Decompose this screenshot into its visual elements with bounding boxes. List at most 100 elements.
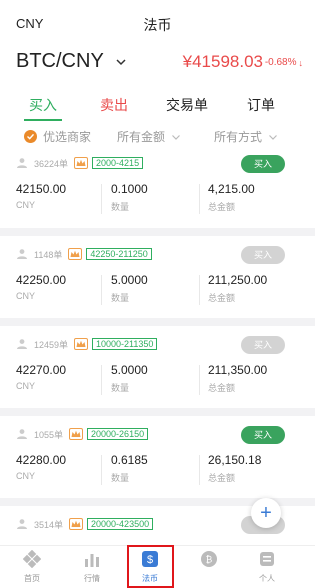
tab-orders[interactable]: 订单 bbox=[222, 95, 300, 115]
tab-sell[interactable]: 卖出 bbox=[75, 95, 153, 115]
total-amount: 211,250.00 总金额 bbox=[208, 273, 267, 304]
section-separator bbox=[0, 318, 315, 326]
last-price: ¥41598.03 bbox=[182, 52, 263, 71]
merchant-header: 36224单 2000-4215 bbox=[16, 152, 144, 174]
total-amount-value: 211,350.00 bbox=[208, 363, 268, 377]
page-title: 法币 bbox=[143, 17, 172, 33]
merchant-header: 3514单 20000-423500 bbox=[16, 513, 154, 535]
limit-range-badge: 2000-4215 bbox=[92, 157, 144, 169]
section-separator bbox=[0, 228, 315, 236]
nav-item-profile[interactable]: 个人 bbox=[241, 548, 293, 584]
unit-price-label: CNY bbox=[16, 381, 36, 391]
limit-range-badge: 10000-211350 bbox=[92, 338, 158, 350]
listing-card: 1055单 20000-26150 买入 42280.00 CNY 0.6185 数… bbox=[0, 423, 315, 507]
divider bbox=[101, 455, 102, 485]
user-icon bbox=[17, 339, 27, 349]
unit-price-value: 42250.00 bbox=[16, 273, 67, 287]
merchant-order-count: 12459单 bbox=[34, 339, 69, 350]
divider bbox=[101, 365, 102, 395]
quantity: 5.0000 数量 bbox=[111, 273, 148, 304]
buy-button[interactable]: 买入 bbox=[241, 246, 285, 264]
amount-filter[interactable]: 所有金额 bbox=[117, 128, 181, 145]
limit-range-badge: 20000-26150 bbox=[87, 428, 149, 440]
buy-button[interactable]: 买入 bbox=[241, 426, 285, 444]
listing-stats: 42270.00 CNY 5.0000 数量 211,350.00 总金额 bbox=[0, 360, 315, 400]
pair-selector[interactable]: BTC/CNY bbox=[16, 50, 128, 73]
divider bbox=[199, 184, 200, 214]
listing-stats: 42250.00 CNY 5.0000 数量 211,250.00 总金额 bbox=[0, 270, 315, 310]
user-icon bbox=[17, 158, 27, 168]
quantity-label: 数量 bbox=[111, 202, 130, 212]
unit-price-label: CNY bbox=[16, 291, 36, 301]
quantity-value: 0.6185 bbox=[111, 453, 148, 467]
merchant-header: 1055单 20000-26150 bbox=[16, 423, 149, 445]
price-change: -0.68% ↓ bbox=[265, 57, 303, 68]
preferred-merchant-label: 优选商家 bbox=[43, 130, 92, 144]
unit-price-value: 42150.00 bbox=[16, 182, 67, 196]
top-bar: CNY 法币 bbox=[0, 0, 315, 44]
quantity-value: 0.1000 bbox=[111, 182, 148, 196]
home-icon bbox=[22, 549, 42, 569]
merchant-header: 12459单 10000-211350 bbox=[16, 333, 158, 355]
total-amount-label: 总金额 bbox=[208, 202, 236, 212]
pair-row: BTC/CNY ¥41598.03 -0.68% ↓ bbox=[0, 46, 315, 78]
buy-button[interactable]: 买入 bbox=[241, 336, 285, 354]
nav-label: 个人 bbox=[259, 574, 275, 583]
merchant-order-count: 1148单 bbox=[34, 249, 63, 260]
down-arrow-icon: ↓ bbox=[298, 57, 304, 68]
limit-range-badge: 20000-423500 bbox=[87, 518, 154, 530]
payment-method-label: 所有方式 bbox=[214, 130, 263, 144]
user-icon bbox=[17, 519, 27, 529]
unit-price: 42150.00 CNY bbox=[16, 182, 66, 210]
check-icon bbox=[24, 130, 37, 143]
listing-card: 36224单 2000-4215 买入 42150.00 CNY 0.1000 数量… bbox=[0, 152, 315, 236]
add-fab-button[interactable]: + bbox=[251, 498, 281, 528]
crown-icon bbox=[69, 428, 84, 440]
divider bbox=[101, 184, 102, 214]
total-amount-value: 4,215.00 bbox=[208, 182, 255, 196]
divider bbox=[101, 275, 102, 305]
crown-icon bbox=[68, 248, 83, 260]
payment-method-filter[interactable]: 所有方式 bbox=[214, 128, 278, 145]
merchant-header: 1148单 42250-211250 bbox=[16, 243, 152, 265]
nav-label: 首页 bbox=[24, 574, 40, 583]
listing-card: 1148单 42250-211250 买入 42250.00 CNY 5.0000… bbox=[0, 243, 315, 327]
quantity-value: 5.0000 bbox=[111, 273, 148, 287]
quantity-value: 5.0000 bbox=[111, 363, 148, 377]
total-amount-label: 总金额 bbox=[208, 473, 236, 483]
profile-card-icon bbox=[260, 552, 274, 566]
unit-price-value: 42270.00 bbox=[16, 363, 67, 377]
bitcoin-icon: ₿ bbox=[201, 551, 217, 567]
quantity: 0.6185 数量 bbox=[111, 453, 148, 484]
merchant-order-count: 36224单 bbox=[34, 158, 69, 169]
divider bbox=[199, 365, 200, 395]
unit-price-label: CNY bbox=[16, 471, 36, 481]
price-change-value: -0.68% bbox=[264, 57, 297, 68]
quantity-label: 数量 bbox=[111, 383, 130, 393]
total-amount-value: 211,250.00 bbox=[208, 273, 268, 287]
divider bbox=[199, 455, 200, 485]
crown-icon bbox=[74, 338, 89, 350]
buy-button[interactable]: 买入 bbox=[241, 155, 285, 173]
tab-trade-orders[interactable]: 交易单 bbox=[148, 95, 226, 115]
nav-item-assets[interactable]: ₿ bbox=[183, 548, 235, 573]
nav-item-home[interactable]: 首页 bbox=[6, 548, 58, 584]
total-amount-value: 26,150.18 bbox=[208, 453, 262, 467]
plus-icon: + bbox=[260, 501, 272, 524]
total-amount: 26,150.18 总金额 bbox=[208, 453, 261, 484]
quantity: 5.0000 数量 bbox=[111, 363, 148, 394]
total-amount-label: 总金额 bbox=[208, 383, 236, 393]
listing-stats: 42280.00 CNY 0.6185 数量 26,150.18 总金额 bbox=[0, 450, 315, 490]
tab-buy[interactable]: 买入 bbox=[4, 95, 82, 115]
chevron-down-icon bbox=[172, 134, 180, 140]
divider bbox=[199, 275, 200, 305]
unit-price-label: CNY bbox=[16, 200, 36, 210]
amount-filter-label: 所有金额 bbox=[117, 130, 166, 144]
chevron-down-icon bbox=[269, 134, 277, 140]
quantity-label: 数量 bbox=[111, 293, 130, 303]
pair-label: BTC/CNY bbox=[16, 50, 104, 72]
total-amount: 4,215.00 总金额 bbox=[208, 182, 255, 213]
preferred-merchant-filter[interactable]: 优选商家 bbox=[24, 128, 91, 145]
nav-item-market[interactable]: 行情 bbox=[66, 548, 118, 584]
highlight-box bbox=[127, 545, 174, 588]
